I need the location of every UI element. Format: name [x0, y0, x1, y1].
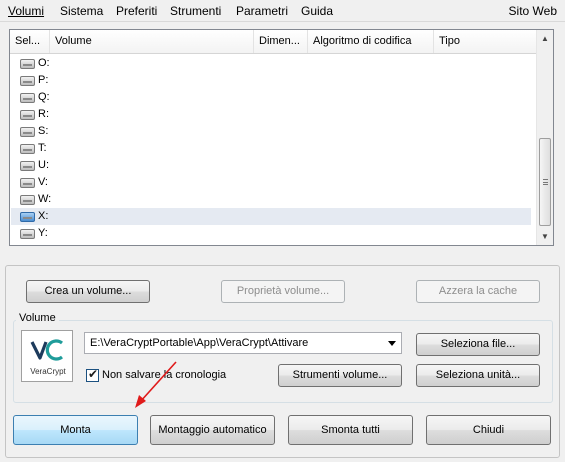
no-history-label: Non salvare la cronologia — [102, 369, 227, 381]
list-row-s[interactable]: S: — [11, 123, 531, 140]
create-volume-button[interactable]: Crea un volume... — [26, 280, 150, 303]
column-algorithm-label: Algoritmo di codifica — [313, 35, 412, 47]
drive-icon — [20, 110, 35, 120]
drive-letter: U: — [38, 159, 49, 171]
column-sel-label: Sel... — [15, 35, 41, 47]
logo-text: VeraCrypt — [30, 367, 66, 376]
menu-volumi-label: Volumi — [8, 4, 45, 18]
drive-icon — [20, 144, 35, 154]
list-scrollbar[interactable]: ▲ ▼ — [536, 30, 553, 245]
scroll-up-icon[interactable]: ▲ — [537, 30, 553, 47]
column-algorithm[interactable]: Algoritmo di codifica — [308, 30, 434, 53]
grip-icon — [543, 179, 548, 185]
volume-tools-button[interactable]: Strumenti volume... — [278, 364, 402, 387]
drive-icon — [20, 178, 35, 188]
mount-button[interactable]: Monta — [13, 415, 138, 445]
drive-icon — [20, 76, 35, 86]
drive-icon — [20, 212, 35, 222]
column-sel[interactable]: Sel... — [10, 30, 50, 53]
drive-icon — [20, 127, 35, 137]
no-history-checkbox[interactable]: ✔ — [86, 367, 99, 382]
scroll-down-icon[interactable]: ▼ — [537, 228, 553, 245]
volume-group-title: Volume — [16, 312, 59, 324]
list-row-x[interactable]: X: — [11, 208, 531, 225]
clear-cache-button[interactable]: Azzera la cache — [416, 280, 540, 303]
column-size-label: Dimen... — [259, 35, 300, 47]
list-header: Sel... Volume Dimen... Algoritmo di codi… — [10, 30, 537, 54]
drive-letter: W: — [38, 193, 52, 205]
column-volume[interactable]: Volume — [50, 30, 254, 53]
volume-path-combo[interactable]: E:\VeraCryptPortable\App\VeraCrypt\Attiv… — [84, 332, 402, 354]
drive-icon — [20, 195, 35, 205]
menu-strumenti[interactable]: Strumenti — [170, 4, 221, 18]
menu-preferiti[interactable]: Preferiti — [116, 4, 157, 18]
list-row-q[interactable]: Q: — [11, 89, 531, 106]
column-size[interactable]: Dimen... — [254, 30, 308, 53]
list-row-u[interactable]: U: — [11, 157, 531, 174]
list-body: O: P: Q: R: S: T: U: V: W: X: Y: — [10, 55, 537, 245]
volume-path-value: E:\VeraCryptPortable\App\VeraCrypt\Attiv… — [90, 337, 309, 349]
menu-guida[interactable]: Guida — [301, 4, 333, 18]
menu-parametri-label: Parametri — [236, 4, 289, 18]
auto-mount-button[interactable]: Montaggio automatico — [150, 415, 275, 445]
dismount-all-button[interactable]: Smonta tutti — [288, 415, 413, 445]
menu-volumi[interactable]: Volumi — [8, 4, 44, 18]
drive-letter: O: — [38, 57, 50, 69]
menu-parametri[interactable]: Parametri — [236, 4, 288, 18]
list-row-p[interactable]: P: — [11, 72, 531, 89]
menu-sito-web-label: Sito Web — [508, 4, 557, 18]
column-type[interactable]: Tipo — [434, 30, 537, 53]
drive-letter: P: — [38, 74, 49, 86]
list-row-r[interactable]: R: — [11, 106, 531, 123]
drive-letter: S: — [38, 125, 49, 137]
close-button[interactable]: Chiudi — [426, 415, 551, 445]
menu-guida-label: Guida — [301, 4, 334, 18]
veracrypt-logo-icon — [30, 339, 64, 361]
drive-letter: R: — [38, 108, 49, 120]
scroll-thumb[interactable] — [539, 138, 551, 226]
menu-preferiti-label: Preferiti — [116, 4, 158, 18]
menu-strumenti-label: Strumenti — [170, 4, 222, 18]
volume-properties-button[interactable]: Proprietà volume... — [221, 280, 345, 303]
drive-icon — [20, 229, 35, 239]
menu-bar: Volumi Sistema Preferiti Strumenti Param… — [0, 0, 565, 22]
list-row-w[interactable]: W: — [11, 191, 531, 208]
menu-sistema-label: Sistema — [60, 4, 104, 18]
drive-letter: X: — [38, 210, 49, 222]
drive-icon — [20, 93, 35, 103]
drive-letter: Y: — [38, 227, 48, 239]
chevron-down-icon[interactable] — [388, 341, 396, 346]
column-type-label: Tipo — [439, 35, 460, 47]
column-volume-label: Volume — [55, 35, 92, 47]
drive-letter: Q: — [38, 91, 50, 103]
list-row-y[interactable]: Y: — [11, 225, 531, 242]
drive-letter: T: — [38, 142, 47, 154]
list-row-v[interactable]: V: — [11, 174, 531, 191]
list-row-t[interactable]: T: — [11, 140, 531, 157]
veracrypt-logo: VeraCrypt — [21, 330, 73, 382]
menu-sistema[interactable]: Sistema — [60, 4, 103, 18]
list-row-o[interactable]: O: — [11, 55, 531, 72]
select-file-button[interactable]: Seleziona file... — [416, 333, 540, 356]
checkmark-icon: ✔ — [88, 367, 99, 381]
drive-icon — [20, 161, 35, 171]
volume-list[interactable]: Sel... Volume Dimen... Algoritmo di codi… — [9, 29, 554, 246]
drive-letter: V: — [38, 176, 48, 188]
drive-icon — [20, 59, 35, 69]
select-device-button[interactable]: Seleziona unità... — [416, 364, 540, 387]
menu-sito-web[interactable]: Sito Web — [509, 4, 557, 18]
